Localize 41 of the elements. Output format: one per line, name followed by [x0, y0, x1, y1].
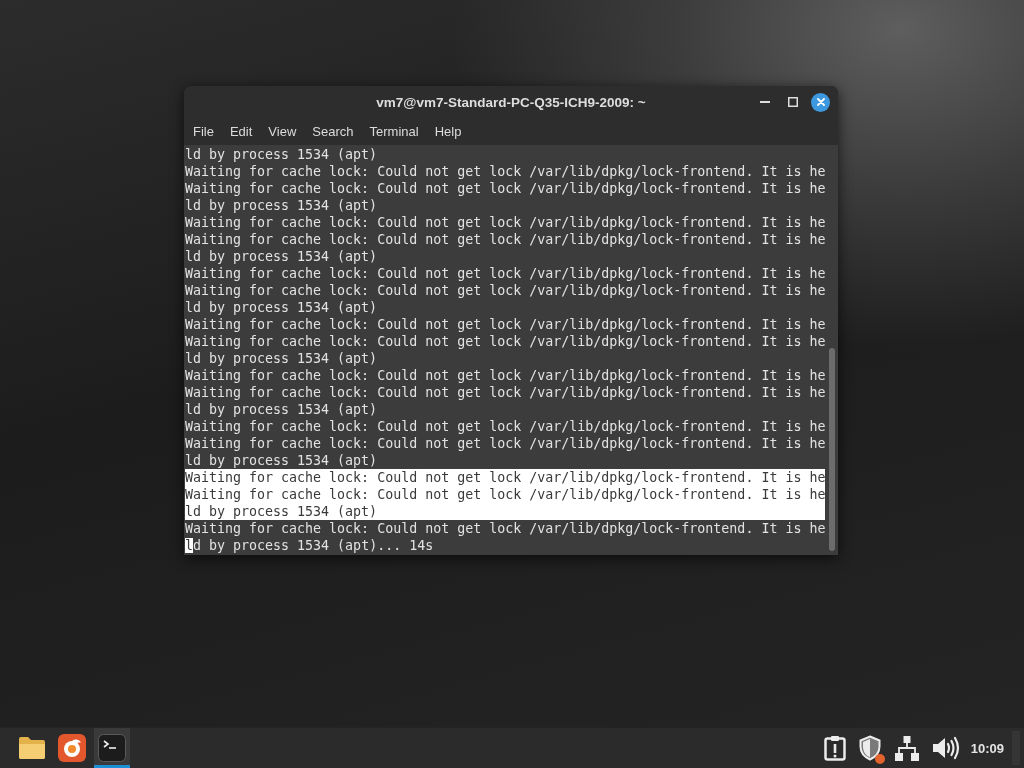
terminal-line: ld by process 1534 (apt) — [185, 299, 378, 316]
menu-item[interactable]: Terminal — [361, 120, 427, 143]
maximize-icon — [788, 97, 798, 107]
menu-item[interactable]: Edit — [221, 120, 261, 143]
menu-item[interactable]: Search — [304, 120, 362, 143]
terminal-line: Waiting for cache lock: Could not get lock /var/lib/dpkg/lock-frontend. It is he — [185, 520, 826, 537]
terminal-line: ld by process 1534 (apt) — [185, 452, 378, 469]
swirl-icon — [58, 734, 86, 762]
terminal-line: Waiting for cache lock: Could not get lock /var/lib/dpkg/lock-frontend. It is he — [185, 231, 826, 248]
terminal-line: Waiting for cache lock: Could not get lock /var/lib/dpkg/lock-frontend. It is he — [185, 418, 826, 435]
terminal-line: Waiting for cache lock: Could not get lock /var/lib/dpkg/lock-frontend. It is he — [185, 333, 826, 350]
clipboard-alert-icon[interactable] — [823, 735, 846, 761]
terminal-line: ld by process 1534 (apt) — [185, 248, 378, 265]
clock[interactable]: 10:09 — [970, 740, 1004, 756]
terminal-line: ld by process 1534 (apt)... 14s — [185, 537, 434, 554]
shield-icon[interactable] — [857, 735, 882, 761]
close-button[interactable] — [811, 92, 830, 112]
menu-item[interactable]: Help — [426, 120, 470, 143]
speaker-icon[interactable] — [931, 736, 960, 760]
scrollbar-thumb[interactable] — [828, 348, 835, 551]
terminal-line: ld by process 1534 (apt) — [185, 146, 378, 163]
terminal-icon — [98, 734, 126, 762]
minimize-icon — [760, 101, 770, 103]
terminal-line: ld by process 1534 (apt) — [185, 350, 378, 367]
menu-item[interactable]: View — [260, 120, 305, 143]
terminal-line: Waiting for cache lock: Could not get lock /var/lib/dpkg/lock-frontend. It is he — [185, 435, 826, 452]
terminal-line: Waiting for cache lock: Could not get lock /var/lib/dpkg/lock-frontend. It is he — [185, 180, 826, 197]
terminal-line: Waiting for cache lock: Could not get lock /var/lib/dpkg/lock-frontend. It is he — [185, 214, 826, 231]
terminal-line: Waiting for cache lock: Could not get lock /var/lib/dpkg/lock-frontend. It is he — [185, 384, 826, 401]
close-icon — [816, 98, 825, 106]
network-icon[interactable] — [893, 735, 920, 761]
terminal-line: Waiting for cache lock: Could not get lock /var/lib/dpkg/lock-frontend. It is he — [185, 163, 826, 180]
terminal-line: Waiting for cache lock: Could not get lock /var/lib/dpkg/lock-frontend. It is he — [185, 367, 826, 384]
terminal-line: ld by process 1534 (apt) — [185, 197, 378, 214]
menu-item[interactable]: File — [185, 120, 222, 143]
terminal-line: Waiting for cache lock: Could not get lock /var/lib/dpkg/lock-frontend. It is he — [185, 316, 826, 333]
folder-icon — [18, 736, 46, 760]
terminal-line: Waiting for cache lock: Could not get lock /var/lib/dpkg/lock-frontend. It is he — [185, 282, 826, 299]
window-title: vm7@vm7-Standard-PC-Q35-ICH9-2009: ~ — [376, 94, 646, 110]
terminal-line: ld by process 1534 (apt) — [185, 401, 378, 418]
terminal-line: Waiting for cache lock: Could not get lock /var/lib/dpkg/lock-frontend. It is he — [185, 265, 826, 282]
